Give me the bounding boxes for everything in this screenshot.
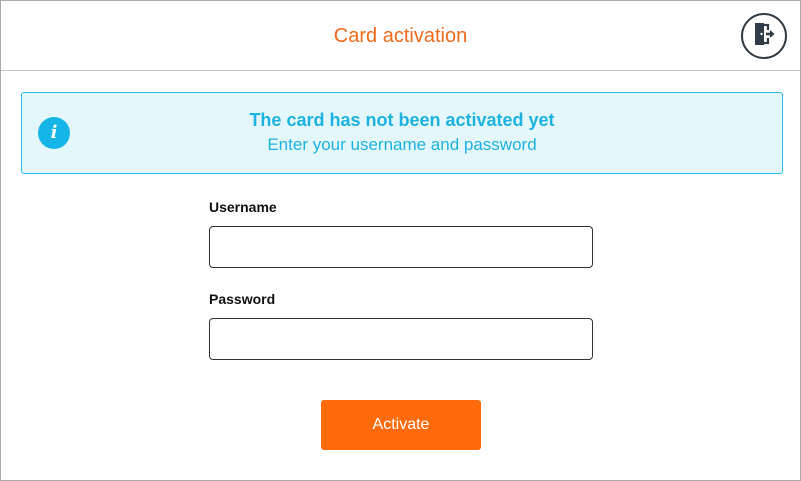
username-input[interactable] (209, 226, 593, 268)
header-bar: Card activation (1, 1, 800, 71)
activation-window: Card activation i The card has not been … (0, 0, 801, 481)
activate-button[interactable]: Activate (321, 400, 481, 450)
password-label: Password (209, 291, 276, 307)
logout-door-icon (751, 21, 777, 52)
page-title: Card activation (333, 25, 468, 47)
info-subtitle: Enter your username and password (267, 135, 537, 154)
username-label: Username (209, 199, 277, 215)
info-title: The card has not been activated yet (249, 110, 555, 130)
password-input[interactable] (209, 318, 593, 360)
info-banner: i The card has not been activated yet En… (21, 92, 783, 174)
exit-button[interactable] (741, 13, 787, 59)
